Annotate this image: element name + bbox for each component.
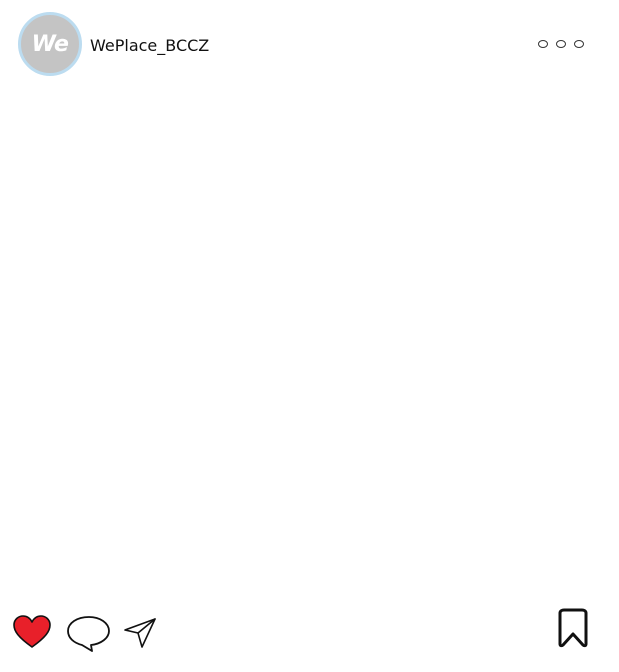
username[interactable]: WePlace_BCCZ	[90, 36, 209, 56]
comment-button[interactable]	[66, 614, 112, 654]
share-button[interactable]	[122, 616, 158, 650]
more-options-icon	[574, 40, 584, 48]
more-options-icon	[538, 40, 548, 48]
avatar[interactable]: We	[18, 12, 82, 76]
action-bar	[0, 600, 619, 660]
post-media[interactable]	[0, 90, 619, 595]
comment-bubble-icon	[67, 616, 110, 652]
more-options-button[interactable]	[538, 36, 584, 52]
more-options-icon	[556, 40, 566, 48]
save-button[interactable]	[555, 608, 591, 650]
like-button[interactable]	[12, 614, 52, 650]
post-card: We WePlace_BCCZ	[0, 0, 619, 672]
paper-plane-icon	[124, 618, 156, 648]
post-header: We WePlace_BCCZ	[0, 0, 619, 90]
bookmark-icon	[558, 608, 588, 648]
avatar-initials: We	[31, 31, 69, 57]
heart-icon	[13, 615, 51, 648]
